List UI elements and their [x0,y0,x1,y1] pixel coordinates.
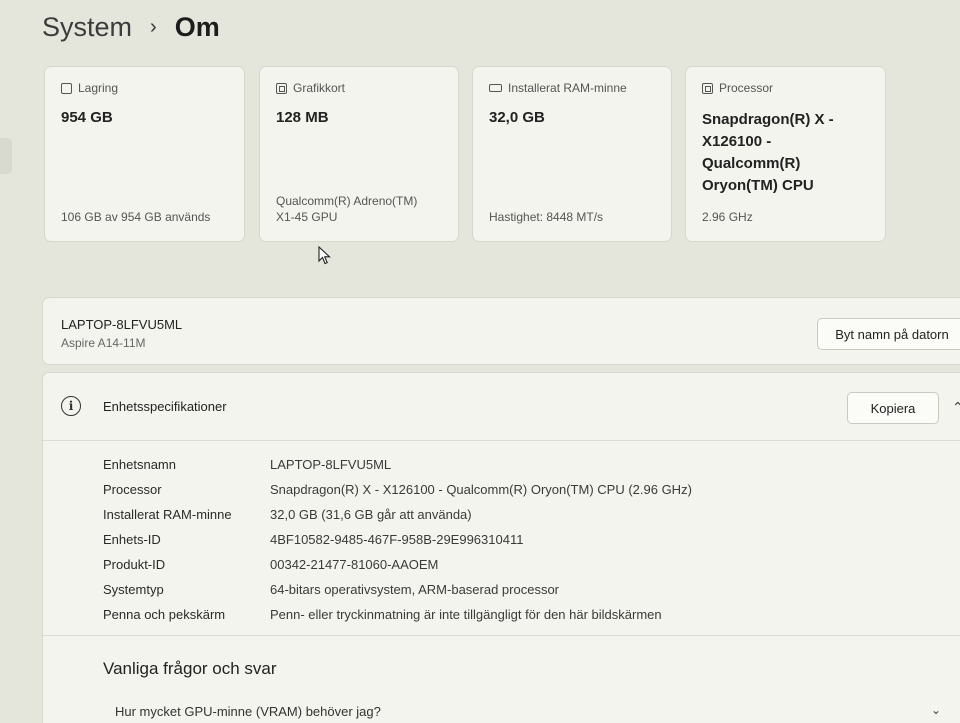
ram-card[interactable]: Installerat RAM-minne 32,0 GB Hastighet:… [472,66,672,242]
gpu-card-footer: Qualcomm(R) Adreno(TM) X1-45 GPU [276,194,418,224]
device-name: LAPTOP-8LFVU5ML [61,317,183,332]
spec-label: Enhetsnamn [103,457,176,472]
processor-card-value: Snapdragon(R) X - X126100 - Qualcomm(R) … [702,111,834,194]
spec-row-device-id: Enhets-ID 4BF10582-9485-467F-958B-29E996… [103,527,692,552]
gpu-card-value: 128 MB [276,109,329,126]
spec-value: Penn- eller tryckinmatning är inte tillg… [270,607,662,622]
gpu-card[interactable]: Grafikkort 128 MB Qualcomm(R) Adreno(TM)… [259,66,459,242]
storage-card[interactable]: Lagring 954 GB 106 GB av 954 GB används [44,66,245,242]
processor-card[interactable]: Processor Snapdragon(R) X - X126100 - Qu… [685,66,886,242]
faq-question[interactable]: Hur mycket GPU-minne (VRAM) behöver jag? [115,704,381,719]
spec-row-device-name: Enhetsnamn LAPTOP-8LFVU5ML [103,452,692,477]
breadcrumb-system-link[interactable]: System [42,12,132,43]
spec-row-product-id: Produkt-ID 00342-21477-81060-AAOEM [103,552,692,577]
spec-value: 32,0 GB (31,6 GB går att använda) [270,507,472,522]
ram-card-footer: Hastighet: 8448 MT/s [489,210,604,224]
spec-label: Installerat RAM-minne [103,507,232,522]
processor-card-label: Processor [719,81,774,95]
ram-card-value: 32,0 GB [489,109,545,126]
device-specifications-panel: i Enhetsspecifikationer Kopiera ⌃ Enhets… [42,372,960,723]
spec-row-ram: Installerat RAM-minne 32,0 GB (31,6 GB g… [103,502,692,527]
gpu-card-label: Grafikkort [293,81,346,95]
copy-button[interactable]: Kopiera [847,392,939,424]
chevron-down-icon[interactable]: ⌄ [931,703,941,717]
chevron-up-icon[interactable]: ⌃ [952,399,960,416]
breadcrumb-separator: › [150,16,157,38]
rename-pc-button[interactable]: Byt namn på datorn [817,318,960,350]
spec-value: 00342-21477-81060-AAOEM [270,557,439,572]
info-icon: i [61,396,81,416]
device-name-panel: LAPTOP-8LFVU5ML Aspire A14-11M Byt namn … [42,297,960,365]
processor-icon [702,82,713,94]
device-specifications-header[interactable]: i Enhetsspecifikationer Kopiera ⌃ [43,373,960,441]
spec-value: 4BF10582-9485-467F-958B-29E996310411 [270,532,524,547]
storage-card-label: Lagring [78,81,119,95]
storage-card-footer: 106 GB av 954 GB används [61,210,211,224]
spec-row-processor: Processor Snapdragon(R) X - X126100 - Qu… [103,477,692,502]
spec-value: 64-bitars operativsystem, ARM-baserad pr… [270,582,560,597]
storage-icon [61,82,72,94]
device-specifications-title: Enhetsspecifikationer [103,399,227,414]
spec-value: Snapdragon(R) X - X126100 - Qualcomm(R) … [270,482,692,497]
processor-card-footer: 2.96 GHz [702,210,753,224]
spec-value: LAPTOP-8LFVU5ML [270,457,392,472]
page-title: Om [174,12,220,42]
device-model: Aspire A14-11M [61,336,146,350]
faq-divider [43,635,960,636]
spec-table: Enhetsnamn LAPTOP-8LFVU5ML Processor Sna… [103,452,692,627]
spec-label: Produkt-ID [103,557,166,572]
spec-row-pen-touch: Penna och pekskärm Penn- eller tryckinma… [103,602,692,627]
faq-title: Vanliga frågor och svar [103,659,277,678]
ram-card-label: Installerat RAM-minne [508,81,627,95]
spec-label: Penna och pekskärm [103,607,226,622]
spec-label: Systemtyp [103,582,164,597]
navigation-edge-tab[interactable] [0,138,12,174]
mouse-cursor-icon [318,246,331,265]
spec-label: Enhets-ID [103,532,161,547]
gpu-icon [276,82,287,94]
spec-label: Processor [103,482,162,497]
ram-icon [489,84,502,92]
breadcrumb: System › Om [42,12,220,43]
spec-row-system-type: Systemtyp 64-bitars operativsystem, ARM-… [103,577,692,602]
storage-card-value: 954 GB [61,109,113,126]
